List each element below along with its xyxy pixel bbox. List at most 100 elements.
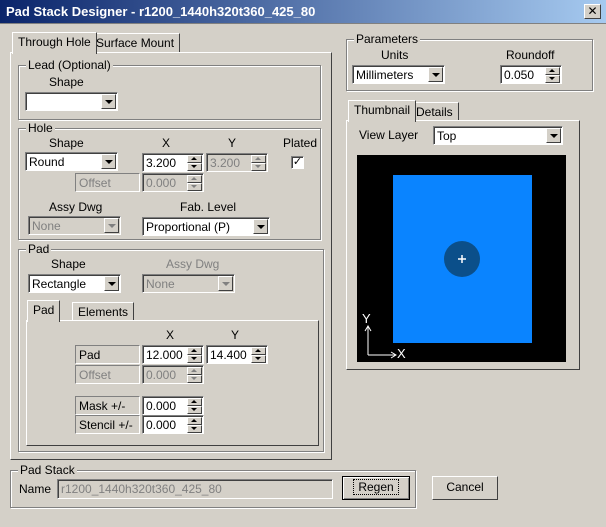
lead-shape-select[interactable] — [25, 92, 118, 111]
chevron-down-icon[interactable] — [101, 94, 116, 109]
mask-spinner[interactable]: 0.000 — [142, 396, 204, 415]
roundoff-spinner[interactable]: 0.050 — [500, 65, 562, 84]
spin-up-icon[interactable] — [251, 347, 266, 355]
pad-legend: Pad — [26, 242, 52, 256]
hole-assy-value: None — [32, 219, 61, 233]
tab-pad[interactable]: Pad — [27, 300, 61, 322]
lead-legend: Lead (Optional) — [26, 58, 113, 72]
tab-label: Surface Mount — [96, 36, 175, 50]
hole-x-label: X — [162, 136, 171, 150]
spin-down-icon — [187, 375, 202, 383]
spin-up-icon[interactable] — [187, 398, 202, 406]
units-select[interactable]: Millimeters — [352, 65, 445, 84]
padstack-legend: Pad Stack — [18, 463, 77, 477]
spin-down-icon — [187, 183, 202, 191]
spin-up-icon[interactable] — [187, 417, 202, 425]
pad-x-spinner[interactable]: 12.000 — [142, 345, 204, 364]
tab-label: Pad — [33, 303, 55, 317]
stencil-label: Stencil +/- — [75, 415, 140, 434]
spin-down-icon[interactable] — [187, 355, 202, 363]
tab-thumbnail[interactable]: Thumbnail — [348, 100, 417, 122]
spin-up-icon[interactable] — [187, 155, 202, 163]
title-bar[interactable]: Pad Stack Designer - r1200_1440h320t360_… — [0, 0, 606, 24]
roundoff-label: Roundoff — [506, 48, 555, 62]
spin-up-icon[interactable] — [545, 67, 560, 75]
chevron-down-icon[interactable] — [101, 154, 116, 169]
pad-assy-value: None — [146, 277, 175, 291]
units-value: Millimeters — [356, 68, 414, 82]
tab-label: Elements — [78, 305, 129, 319]
hole-legend: Hole — [26, 121, 55, 135]
hole-y-spinner: 3.200 — [206, 153, 268, 172]
tab-surface-mount[interactable]: Surface Mount — [90, 33, 181, 53]
tab-through-hole[interactable]: Through Hole — [12, 32, 97, 54]
chevron-down-icon[interactable] — [428, 67, 443, 82]
spin-down-icon[interactable] — [545, 75, 560, 83]
close-button[interactable]: ✕ — [584, 4, 601, 19]
padstack-name-field: r1200_1440h320t360_425_80 — [57, 479, 333, 499]
tab-label: Through Hole — [18, 35, 91, 49]
spin-down-icon[interactable] — [187, 406, 202, 414]
pad-shape-select[interactable]: Rectangle — [28, 274, 121, 293]
view-layer-select[interactable]: Top — [433, 126, 563, 145]
regen-label: Regen — [353, 479, 399, 495]
pad-size-label: Pad — [75, 345, 140, 364]
lead-shape-label: Shape — [49, 75, 84, 89]
thumbnail-canvas: Y X — [357, 155, 566, 362]
hole-offset-label: Offset — [75, 173, 140, 192]
chevron-down-icon[interactable] — [104, 276, 119, 291]
tab-elements[interactable]: Elements — [72, 302, 135, 322]
window-title: Pad Stack Designer - r1200_1440h320t360_… — [6, 4, 316, 19]
hole-shape-value: Round — [29, 155, 65, 169]
chevron-down-icon[interactable] — [546, 128, 561, 143]
units-label: Units — [381, 48, 409, 62]
hole-x-value: 3.200 — [146, 156, 177, 170]
axis-x-label: X — [397, 346, 406, 361]
spin-up-icon — [187, 175, 202, 183]
pad-assy-select: None — [142, 274, 235, 293]
chevron-down-icon — [104, 218, 119, 233]
tab-details[interactable]: Details — [410, 102, 459, 122]
axis-icon — [364, 325, 397, 359]
pad-y-label: Y — [231, 328, 240, 342]
close-icon: ✕ — [587, 4, 598, 18]
pad-x-label: X — [166, 328, 175, 342]
plated-label: Plated — [283, 136, 318, 150]
hole-x-spinner[interactable]: 3.200 — [142, 153, 204, 172]
pad-y-spinner[interactable]: 14.400 — [206, 345, 268, 364]
hole-shape-select[interactable]: Round — [25, 152, 118, 171]
pad-offset-label: Offset — [75, 365, 140, 384]
tab-label: Thumbnail — [354, 103, 411, 117]
hole-y-label: Y — [228, 136, 237, 150]
fab-level-value: Proportional (P) — [146, 220, 231, 234]
stencil-value: 0.000 — [146, 418, 177, 432]
axis-y-label: Y — [362, 311, 371, 326]
pad-shape-value: Rectangle — [32, 277, 87, 291]
chevron-down-icon — [218, 276, 233, 291]
hole-assy-label: Assy Dwg — [49, 200, 103, 214]
mask-value: 0.000 — [146, 399, 177, 413]
pad-y-value: 14.400 — [210, 348, 247, 362]
cancel-button[interactable]: Cancel — [432, 476, 498, 500]
padstack-name-label: Name — [19, 482, 52, 496]
pad-x-value: 12.000 — [146, 348, 183, 362]
spin-down-icon[interactable] — [251, 355, 266, 363]
spin-up-icon — [187, 367, 202, 375]
pad-offset-value: 0.000 — [146, 368, 177, 382]
plated-checkbox[interactable]: ✓ — [291, 156, 304, 169]
regen-button[interactable]: Regen — [342, 476, 410, 500]
chevron-down-icon[interactable] — [253, 219, 268, 234]
spin-down-icon[interactable] — [187, 425, 202, 433]
mask-label: Mask +/- — [75, 396, 140, 415]
view-layer-label: View Layer — [359, 128, 419, 142]
hole-assy-select: None — [28, 216, 121, 235]
spin-up-icon — [251, 155, 266, 163]
fab-level-select[interactable]: Proportional (P) — [142, 217, 270, 236]
spin-up-icon[interactable] — [187, 347, 202, 355]
hole-offset-value: 0.000 — [146, 176, 177, 190]
spin-down-icon[interactable] — [187, 163, 202, 171]
hole-shape-label: Shape — [49, 136, 84, 150]
pad-preview: Y X — [362, 175, 532, 361]
stencil-spinner[interactable]: 0.000 — [142, 415, 204, 434]
spin-down-icon — [251, 163, 266, 171]
